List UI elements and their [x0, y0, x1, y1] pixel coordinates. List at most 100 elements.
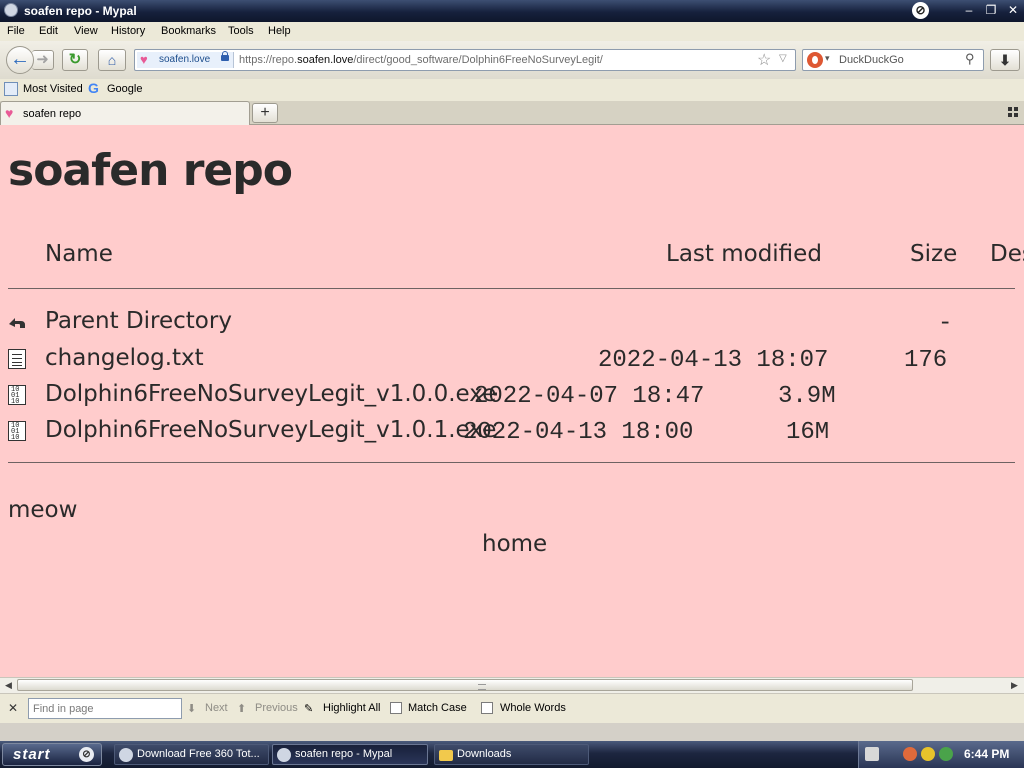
find-previous-up-icon: ⬆: [237, 703, 247, 715]
engine-dropdown-icon[interactable]: ▾: [825, 53, 830, 64]
highlight-all-button[interactable]: Highlight All: [323, 702, 380, 714]
scroll-left-icon[interactable]: ◀: [1, 678, 16, 693]
column-header-description[interactable]: Des: [990, 241, 1024, 267]
binary-file-icon: 10 01 10: [8, 385, 26, 405]
keyboard-tray-icon[interactable]: [865, 747, 879, 761]
bookmark-most-visited[interactable]: Most Visited: [23, 83, 83, 95]
network-tray-icon[interactable]: [939, 747, 953, 761]
menu-help[interactable]: Help: [268, 25, 291, 37]
menu-bookmarks[interactable]: Bookmarks: [161, 25, 216, 37]
url-text[interactable]: https://repo.soafen.love/direct/good_sof…: [239, 54, 603, 66]
scrollbar-thumb[interactable]: [17, 679, 913, 691]
forward-button[interactable]: ➜: [32, 50, 54, 70]
bookmark-star-icon[interactable]: ☆: [757, 50, 771, 70]
reload-button[interactable]: ↻: [62, 49, 88, 71]
header-divider: [8, 288, 1015, 289]
status-tray-icon[interactable]: [921, 747, 935, 761]
downloads-button[interactable]: ⬇: [990, 49, 1020, 71]
site-identity-button[interactable]: ♥ soafen.love: [137, 51, 234, 68]
file-row: 10 01 10 Dolphin6FreeNoSurveyLegit_v1.0.1.…: [0, 415, 1024, 449]
highlighter-icon: ✎: [304, 703, 314, 715]
taskbar: start ⊘ Download Free 360 Tot... soafen …: [0, 741, 1024, 768]
horizontal-scrollbar[interactable]: ◀ ▶: [0, 677, 1024, 693]
text-file-icon: [8, 349, 26, 369]
file-date: 2022-04-13 18:00: [463, 419, 694, 446]
scroll-right-icon[interactable]: ▶: [1007, 678, 1022, 693]
window-title-bar[interactable]: soafen repo - Mypal ⊘ – ❐ ✕: [0, 0, 1024, 22]
find-next-button[interactable]: Next: [205, 702, 228, 714]
whole-words-checkbox[interactable]: [481, 702, 493, 714]
tab-strip: ♥ soafen repo +: [0, 101, 1024, 125]
find-input[interactable]: [28, 698, 182, 719]
menu-file[interactable]: File: [7, 25, 25, 37]
mypal-app-icon: [277, 748, 291, 762]
file-link[interactable]: Dolphin6FreeNoSurveyLegit_v1.0.1.exe: [45, 417, 496, 443]
column-header-last-modified[interactable]: Last modified: [666, 241, 822, 267]
new-tab-button[interactable]: +: [252, 103, 278, 123]
taskbar-item-downloads[interactable]: Downloads: [434, 744, 589, 765]
restore-button[interactable]: ❐: [982, 2, 1000, 19]
google-g-icon: G: [88, 80, 99, 96]
back-arrow-icon: ←: [10, 48, 30, 70]
all-tabs-list-icon[interactable]: [1008, 107, 1018, 117]
file-date: 2022-04-07 18:47: [474, 383, 705, 410]
window-title: soafen repo - Mypal: [24, 4, 137, 18]
column-header-name[interactable]: Name: [45, 241, 113, 267]
site-identity-label: soafen.love: [159, 54, 211, 65]
search-bar[interactable]: ▾ DuckDuckGo ⚲: [802, 49, 984, 71]
column-header-size[interactable]: Size: [910, 241, 957, 267]
close-window-button[interactable]: ✕: [1004, 2, 1022, 19]
menu-edit[interactable]: Edit: [39, 25, 58, 37]
whole-words-label[interactable]: Whole Words: [500, 702, 566, 714]
match-case-label[interactable]: Match Case: [408, 702, 467, 714]
tab-favicon-heart-icon: ♥: [5, 105, 14, 121]
start-label: start: [13, 746, 51, 763]
file-link[interactable]: changelog.txt: [45, 345, 204, 371]
menu-tools[interactable]: Tools: [228, 25, 254, 37]
file-row: 10 01 10 Dolphin6FreeNoSurveyLegit_v1.0.0.…: [0, 379, 1024, 413]
page-content: soafen repo Name Last modified Size Des …: [0, 125, 1024, 677]
home-link[interactable]: home: [482, 531, 547, 557]
bookmark-google[interactable]: Google: [107, 83, 142, 95]
find-previous-button[interactable]: Previous: [255, 702, 298, 714]
file-link[interactable]: Dolphin6FreeNoSurveyLegit_v1.0.0.exe: [45, 381, 496, 407]
url-domain: soafen.love: [297, 54, 354, 66]
taskbar-item-soafen-repo[interactable]: soafen repo - Mypal: [272, 744, 428, 765]
file-size: 176: [904, 347, 948, 374]
page-title: soafen repo: [8, 145, 293, 196]
taskbar-item-label: Downloads: [457, 748, 512, 760]
url-path: /direct/good_software/Dolphin6FreeNoSurv…: [353, 54, 603, 66]
minimize-button[interactable]: –: [960, 2, 978, 19]
url-history-dropdown-icon[interactable]: ▽: [779, 53, 787, 64]
menu-view[interactable]: View: [74, 25, 98, 37]
url-prefix: https://repo.: [239, 54, 298, 66]
find-next-down-icon: ⬇: [187, 703, 197, 715]
most-visited-icon: [4, 82, 18, 96]
search-icon[interactable]: ⚲: [965, 51, 975, 67]
start-button[interactable]: start ⊘: [2, 743, 102, 766]
tab-soafen-repo[interactable]: ♥ soafen repo: [0, 101, 250, 125]
clock[interactable]: 6:44 PM: [964, 747, 1009, 761]
parent-directory-link[interactable]: Parent Directory: [45, 308, 232, 334]
menu-bar: File Edit View History Bookmarks Tools H…: [0, 22, 1024, 41]
back-button[interactable]: ←: [6, 46, 34, 74]
site-favicon-heart-icon: ♥: [140, 52, 148, 67]
taskbar-item-download[interactable]: Download Free 360 Tot...: [114, 744, 269, 765]
close-find-bar-icon[interactable]: ✕: [8, 701, 18, 715]
file-size: 16M: [786, 419, 830, 446]
home-button[interactable]: ⌂: [98, 49, 126, 71]
binary-file-icon: 10 01 10: [8, 421, 26, 441]
reload-icon: ↻: [68, 51, 82, 68]
security-tray-icon[interactable]: [903, 747, 917, 761]
url-bar[interactable]: ♥ soafen.love https://repo.soafen.love/d…: [134, 49, 796, 71]
file-row: changelog.txt 2022-04-13 18:07 176: [0, 343, 1024, 377]
duckduckgo-engine-icon[interactable]: [807, 52, 823, 68]
match-case-checkbox[interactable]: [390, 702, 402, 714]
taskbar-item-label: Download Free 360 Tot...: [137, 748, 260, 760]
file-size: 3.9M: [778, 383, 836, 410]
menu-history[interactable]: History: [111, 25, 145, 37]
start-orb-icon: ⊘: [79, 747, 94, 762]
footer-divider: [8, 462, 1015, 463]
folder-icon: [439, 750, 453, 761]
forward-arrow-icon: ➜: [36, 51, 49, 68]
